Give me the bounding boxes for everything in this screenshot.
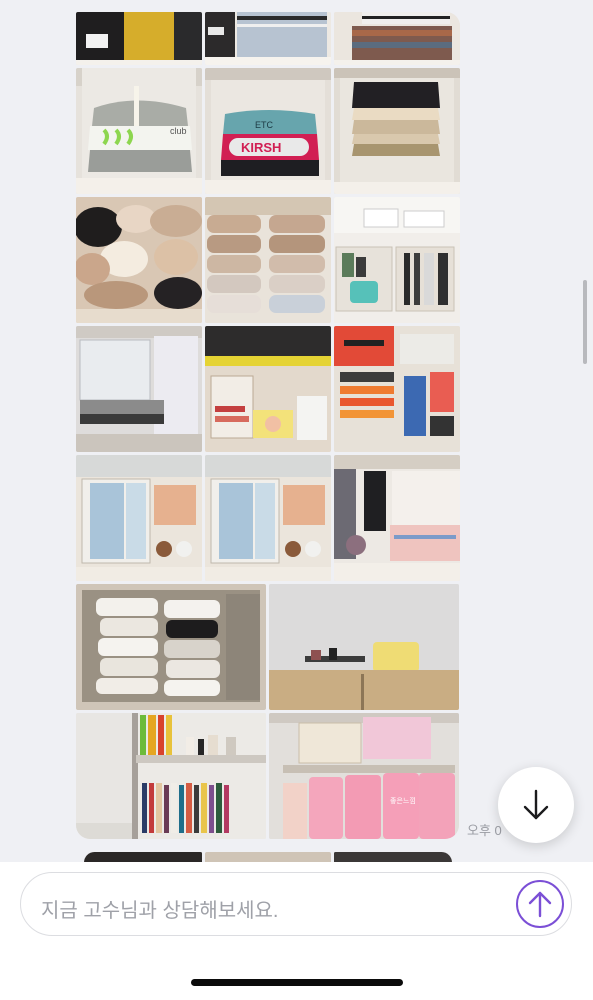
photo-label-brand-box: 좋은느낌 [390, 797, 416, 805]
photo-stationery-drawer[interactable] [334, 326, 460, 452]
photo-folded-colorful-knits[interactable] [334, 12, 460, 65]
photo-striped-knits-drawer[interactable] [205, 12, 331, 65]
scroll-to-bottom-button[interactable] [498, 767, 574, 843]
message-input[interactable]: 지금 고수님과 상담해보세요. [20, 872, 572, 936]
photo-next-row-2[interactable] [205, 852, 331, 862]
photo-masks-drawer-1[interactable] [76, 455, 202, 581]
photo-next-row-3[interactable] [334, 852, 452, 862]
arrow-up-circle-icon [528, 891, 552, 918]
photo-folded-dark-beige-tops[interactable] [334, 68, 460, 194]
photo-folded-black-yellow-knits[interactable] [76, 12, 202, 65]
photo-fleece-socks-drawer[interactable] [205, 197, 331, 323]
photo-pink-boxes-shelf[interactable]: 좋은느낌 [269, 713, 459, 839]
arrow-down-icon [523, 789, 549, 820]
photo-next-row-1[interactable] [84, 852, 202, 862]
photo-label-club: club [170, 126, 187, 136]
chat-message-area: club ETC KIRSH 좋은느낌 오후 0 [0, 0, 593, 862]
photo-mixed-items-drawer[interactable] [205, 326, 331, 452]
photo-masks-drawer-2[interactable] [205, 455, 331, 581]
photo-cosmetics-organizer[interactable] [334, 197, 460, 323]
message-input-placeholder: 지금 고수님과 상담해보세요. [41, 900, 279, 922]
home-indicator[interactable] [191, 979, 403, 986]
photo-folded-sweatshirts-shelf[interactable]: club [76, 68, 202, 194]
scrollbar-thumb[interactable] [583, 280, 587, 364]
photo-underwear-drawer[interactable] [76, 197, 202, 323]
photo-plastic-bags-drawer[interactable] [76, 326, 202, 452]
photo-desk-corner[interactable] [269, 584, 459, 710]
photo-kirsh-sweatshirt-shelf[interactable]: ETC KIRSH [205, 68, 331, 194]
photo-bags-shelf[interactable] [334, 455, 460, 581]
send-button[interactable] [516, 880, 564, 928]
photo-label-kirsh: KIRSH [241, 140, 281, 155]
photo-label-etc: ETC [255, 120, 274, 130]
photo-bookshelf-perfume[interactable] [76, 713, 266, 839]
message-timestamp: 오후 0 [467, 823, 502, 838]
photo-towels-basket[interactable] [76, 584, 266, 710]
